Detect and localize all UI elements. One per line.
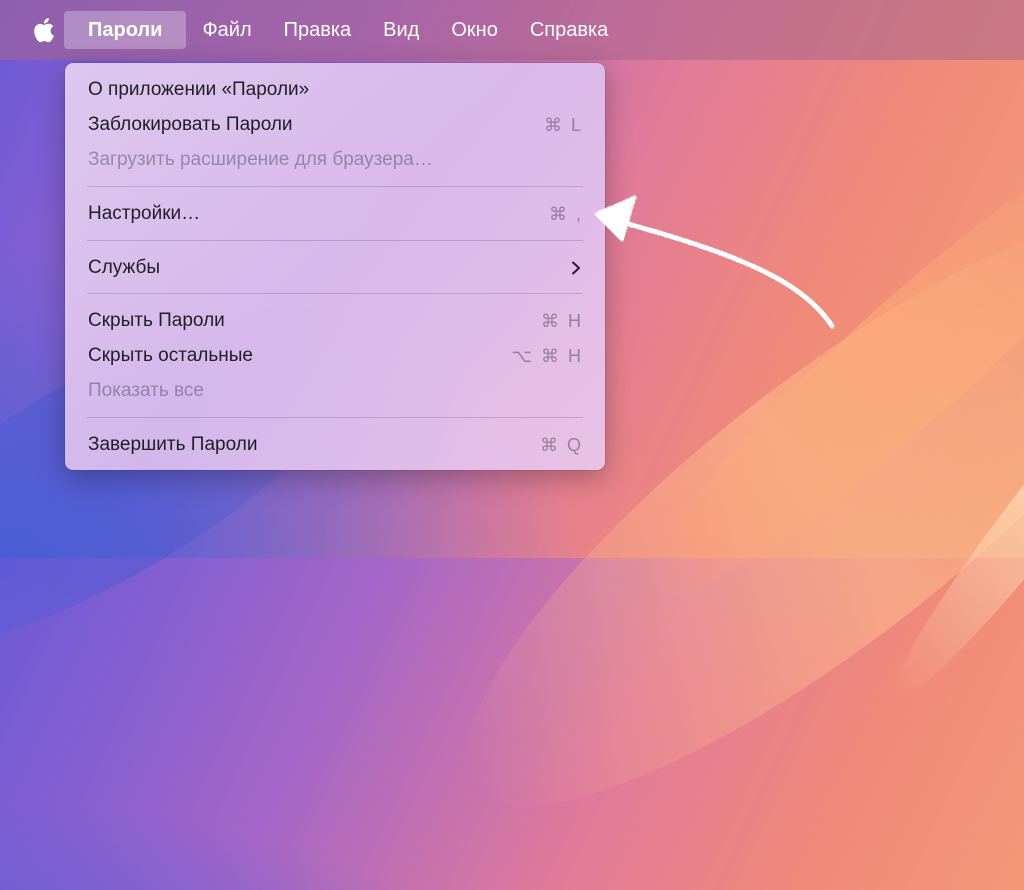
shortcut-label: ⌥ ⌘ H [511, 345, 583, 366]
chevron-right-icon [572, 261, 580, 275]
apple-logo-icon[interactable] [32, 16, 56, 44]
menu-item-show-all: Показать все [65, 374, 605, 408]
menu-item-label: Загрузить расширение для браузера… [88, 149, 433, 170]
menu-item-label: Настройки… [88, 203, 201, 224]
wallpaper-streak [872, 284, 1024, 716]
shortcut-label: ⌘ Q [539, 434, 583, 455]
menubar-item-window[interactable]: Окно [435, 11, 513, 49]
menu-separator [87, 417, 583, 418]
menu-item-browser-extension: Загрузить расширение для браузера… [65, 143, 605, 177]
menu-item-label: Заблокировать Пароли [88, 114, 293, 135]
menu-bar: Пароли Файл Правка Вид Окно Справка [0, 0, 1024, 60]
menu-separator [87, 186, 583, 187]
passwords-app-menu: О приложении «Пароли» Заблокировать Паро… [65, 63, 605, 470]
menubar-item-passwords[interactable]: Пароли [64, 11, 187, 49]
menu-item-label: Службы [88, 257, 160, 278]
shortcut-label: ⌘ H [541, 310, 583, 331]
menu-item-label: Скрыть Пароли [88, 310, 225, 331]
menu-item-label: О приложении «Пароли» [88, 79, 310, 100]
menu-item-hide-others[interactable]: Скрыть остальные ⌥ ⌘ H [65, 339, 605, 373]
menu-separator [87, 240, 583, 241]
shortcut-label: ⌘ L [543, 114, 583, 135]
menu-item-settings[interactable]: Настройки… ⌘ , [65, 197, 605, 231]
menubar-item-edit[interactable]: Правка [268, 11, 368, 49]
menu-item-about[interactable]: О приложении «Пароли» [65, 73, 605, 107]
menu-item-label: Показать все [88, 380, 204, 401]
shortcut-label: ⌘ , [548, 203, 583, 224]
menu-item-quit[interactable]: Завершить Пароли ⌘ Q [65, 428, 605, 462]
menu-separator [87, 293, 583, 294]
menu-item-services[interactable]: Службы [65, 251, 605, 285]
menu-item-lock[interactable]: Заблокировать Пароли ⌘ L [65, 108, 605, 142]
menubar-item-view[interactable]: Вид [367, 11, 435, 49]
menu-item-hide[interactable]: Скрыть Пароли ⌘ H [65, 304, 605, 338]
menubar-item-file[interactable]: Файл [186, 11, 267, 49]
hand-drawn-arrow-icon [594, 195, 835, 329]
wallpaper-streak [609, 81, 1024, 639]
menu-item-label: Завершить Пароли [88, 434, 258, 455]
menu-item-label: Скрыть остальные [88, 345, 253, 366]
menubar-item-help[interactable]: Справка [514, 11, 624, 49]
